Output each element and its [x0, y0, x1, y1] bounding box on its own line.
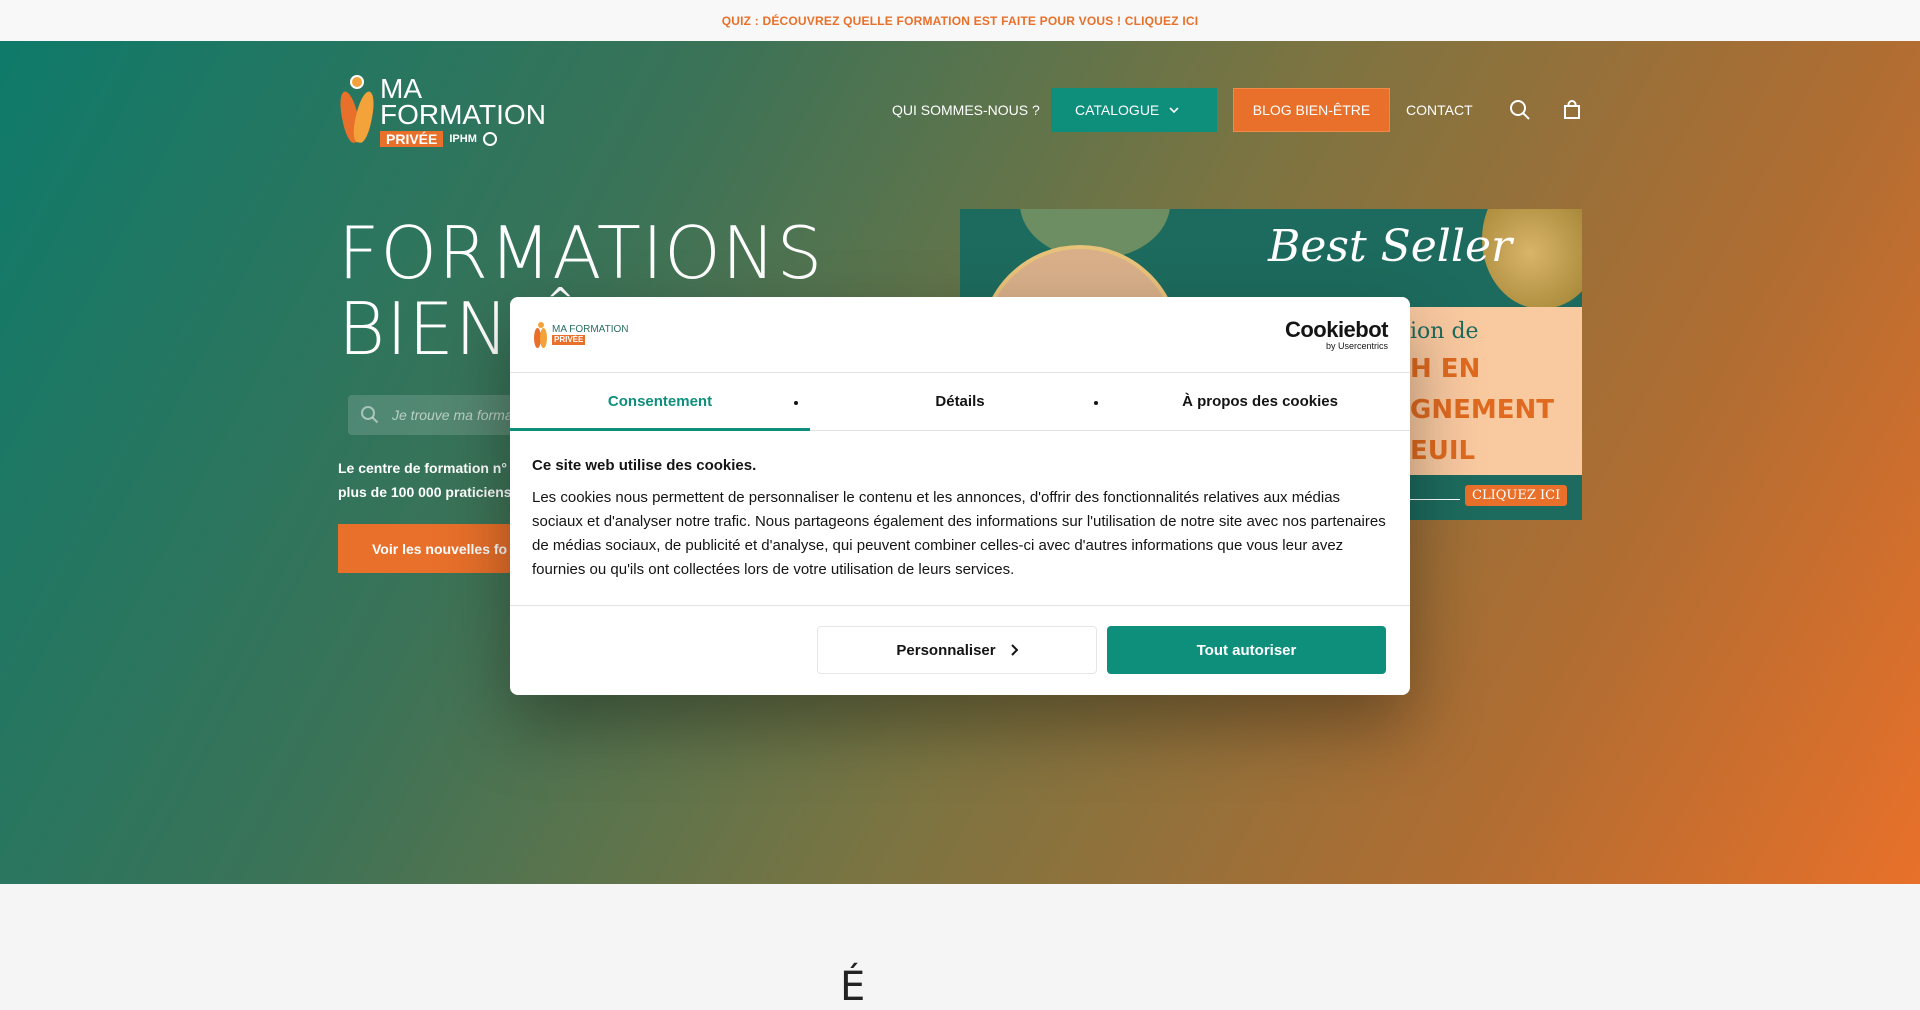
logo-mark-icon	[534, 321, 548, 348]
cookie-dialog-body: Ce site web utilise des cookies. Les coo…	[510, 431, 1410, 606]
section-heading-partial: É	[840, 964, 868, 1010]
tab-separator-dot	[794, 401, 798, 405]
cart-icon[interactable]	[1560, 88, 1584, 132]
nav-item-about[interactable]: QUI SOMMES-NOUS ?	[892, 88, 1040, 132]
banner-cta-button[interactable]: CLIQUEZ ICI	[1465, 485, 1568, 506]
cookie-text: Les cookies nous permettent de personnal…	[532, 489, 1386, 578]
seal-icon	[482, 132, 497, 146]
customize-button[interactable]: Personnaliser	[817, 626, 1097, 674]
cookie-dialog-header: MA FORMATION PRIVÉE Cookiebot by Usercen…	[510, 297, 1410, 373]
logo-tag: PRIVÉE	[380, 131, 444, 147]
iphm-badge: IPHM	[449, 132, 477, 145]
below-hero-section: É	[0, 884, 1920, 1010]
search-icon[interactable]	[1508, 88, 1532, 132]
chevron-right-icon	[1010, 644, 1018, 656]
tab-details[interactable]: Détails	[810, 373, 1110, 430]
tab-consent[interactable]: Consentement	[510, 373, 810, 431]
new-trainings-button[interactable]: Voir les nouvelles fo	[338, 524, 518, 573]
allow-all-button[interactable]: Tout autoriser	[1107, 626, 1386, 674]
tab-about-cookies[interactable]: À propos des cookies	[1110, 373, 1410, 430]
cookie-consent-dialog: MA FORMATION PRIVÉE Cookiebot by Usercen…	[510, 297, 1410, 695]
main-nav: QUI SOMMES-NOUS ? CATALOGUE BLOG BIEN-ÊT…	[0, 88, 1920, 132]
nav-item-contact[interactable]: CONTACT	[1406, 88, 1473, 132]
nav-item-blog[interactable]: BLOG BIEN-ÊTRE	[1233, 88, 1390, 132]
nav-item-catalogue[interactable]: CATALOGUE	[1051, 88, 1217, 132]
banner-best-seller: Best Seller	[1268, 221, 1513, 272]
cookie-dialog-footer: Personnaliser Tout autoriser	[510, 606, 1410, 694]
banner-line1: ion de	[1410, 319, 1479, 344]
announcement-bar: QUIZ : DÉCOUVREZ QUELLE FORMATION EST FA…	[0, 0, 1920, 41]
chevron-down-icon	[1169, 103, 1179, 117]
tab-separator-dot	[1094, 401, 1098, 405]
banner-headline: H EN GNEMENT EUIL	[1410, 354, 1554, 466]
cookie-heading: Ce site web utilise des cookies.	[532, 457, 757, 474]
cookie-tabs: Consentement Détails À propos des cookie…	[510, 373, 1410, 431]
search-icon	[361, 406, 379, 424]
site-logo-small: MA FORMATION PRIVÉE	[534, 321, 628, 348]
cookiebot-logo[interactable]: Cookiebot by Usercentrics	[1285, 318, 1389, 351]
nav-item-catalogue-label: CATALOGUE	[1075, 102, 1160, 118]
hero-title-line1: FORMATIONS	[338, 211, 824, 295]
quiz-link[interactable]: QUIZ : DÉCOUVREZ QUELLE FORMATION EST FA…	[722, 14, 1199, 28]
